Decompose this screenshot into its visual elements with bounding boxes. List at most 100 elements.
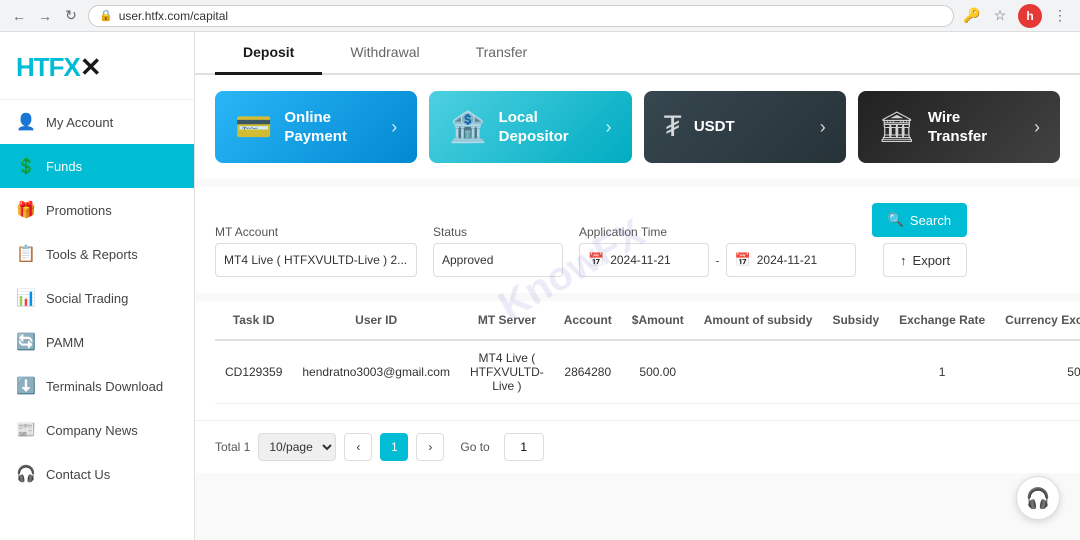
promotions-icon: 🎁: [16, 200, 36, 220]
page-prev-button[interactable]: ‹: [344, 433, 372, 461]
pamm-icon: 🔄: [16, 332, 36, 352]
online-payment-label: OnlinePayment: [284, 108, 347, 147]
cell-amount-subsidy: [694, 340, 823, 404]
sidebar-item-my-account[interactable]: 👤 My Account: [0, 100, 194, 144]
contact-us-icon: 🎧: [16, 464, 36, 484]
local-depositor-label: LocalDepositor: [499, 108, 569, 147]
export-icon: ↑: [900, 253, 907, 268]
export-label: Export: [913, 253, 951, 268]
password-icon-btn[interactable]: 🔑: [962, 6, 982, 26]
local-depositor-icon: 🏦: [449, 110, 486, 145]
sidebar-label-tools-reports: Tools & Reports: [46, 247, 138, 262]
table-section: Task ID User ID MT Server Account $Amoun…: [195, 301, 1080, 420]
usdt-content: USDT: [694, 117, 735, 137]
application-time-group: Application Time 📅 - 📅: [579, 225, 856, 277]
page-next-button[interactable]: ›: [416, 433, 444, 461]
sidebar-label-contact-us: Contact Us: [46, 467, 110, 482]
date-to-input[interactable]: [757, 253, 847, 267]
sidebar-item-pamm[interactable]: 🔄 PAMM: [0, 320, 194, 364]
col-exchange-rate: Exchange Rate: [889, 301, 995, 340]
main-content: Deposit Withdrawal Transfer 💳 OnlinePaym…: [195, 32, 1080, 540]
sidebar-label-pamm: PAMM: [46, 335, 84, 350]
funds-icon: 💲: [16, 156, 36, 176]
application-time-label: Application Time: [579, 225, 856, 239]
sidebar-item-social-trading[interactable]: 📊 Social Trading: [0, 276, 194, 320]
forward-button[interactable]: →: [36, 7, 54, 25]
tabs-bar: Deposit Withdrawal Transfer: [195, 32, 1080, 75]
cell-exchange-rate: 1: [889, 340, 995, 404]
tab-transfer[interactable]: Transfer: [448, 32, 556, 75]
mt-account-select[interactable]: MT4 Live ( HTFXVULTD-Live ) 2...: [215, 243, 417, 277]
usdt-card[interactable]: ₮ USDT ›: [644, 91, 846, 163]
page-1-button[interactable]: 1: [380, 433, 408, 461]
local-depositor-arrow: ›: [606, 117, 612, 138]
sidebar-item-tools-reports[interactable]: 📋 Tools & Reports: [0, 232, 194, 276]
cell-amount: 500.00: [622, 340, 694, 404]
my-account-icon: 👤: [16, 112, 36, 132]
online-payment-arrow: ›: [391, 117, 397, 138]
filter-actions: 🔍 Search ↑ Export: [872, 203, 967, 277]
sidebar-item-terminals-download[interactable]: ⬇️ Terminals Download: [0, 364, 194, 408]
sidebar-item-company-news[interactable]: 📰 Company News: [0, 408, 194, 452]
usdt-label: USDT: [694, 117, 735, 137]
col-subsidy: Subsidy: [822, 301, 889, 340]
profile-button[interactable]: h: [1018, 4, 1042, 28]
calendar-to-icon: 📅: [735, 252, 751, 268]
tools-reports-icon: 📋: [16, 244, 36, 264]
page-goto-label: Go to: [460, 440, 489, 454]
menu-btn[interactable]: ⋮: [1050, 6, 1070, 26]
tab-withdrawal[interactable]: Withdrawal: [322, 32, 447, 75]
back-button[interactable]: ←: [10, 7, 28, 25]
sidebar-item-contact-us[interactable]: 🎧 Contact Us: [0, 452, 194, 496]
status-group: Status Approved: [433, 225, 563, 277]
pagination: Total 1 10/page ‹ 1 › Go to: [195, 420, 1080, 473]
cell-subsidy: [822, 340, 889, 404]
online-payment-card[interactable]: 💳 OnlinePayment ›: [215, 91, 417, 163]
sidebar-label-terminals: Terminals Download: [46, 379, 163, 394]
sidebar-label-funds: Funds: [46, 159, 82, 174]
date-to-wrap: 📅: [726, 243, 856, 277]
col-currency-exchange: Currency Exchange Amount: [995, 301, 1080, 340]
local-depositor-content: LocalDepositor: [499, 108, 569, 147]
usdt-icon: ₮: [664, 110, 682, 144]
local-depositor-card[interactable]: 🏦 LocalDepositor ›: [429, 91, 631, 163]
tab-deposit[interactable]: Deposit: [215, 32, 322, 75]
calendar-from-icon: 📅: [588, 252, 604, 268]
search-button[interactable]: 🔍 Search: [872, 203, 967, 237]
sidebar-item-promotions[interactable]: 🎁 Promotions: [0, 188, 194, 232]
sidebar-label-company-news: Company News: [46, 423, 138, 438]
logo-area: HTFX✕: [0, 42, 194, 100]
col-user-id: User ID: [292, 301, 460, 340]
status-select[interactable]: Approved: [433, 243, 563, 277]
col-amount: $Amount: [622, 301, 694, 340]
page-size-select[interactable]: 10/page: [258, 433, 336, 461]
sidebar-label-my-account: My Account: [46, 115, 113, 130]
wire-transfer-label: WireTransfer: [928, 108, 987, 147]
col-mt-server: MT Server: [460, 301, 554, 340]
usdt-arrow: ›: [820, 117, 826, 138]
search-label: Search: [910, 213, 951, 228]
wire-transfer-card[interactable]: 🏛 WireTransfer ›: [858, 91, 1060, 163]
page-total: Total 1: [215, 440, 250, 454]
page-goto-input[interactable]: [504, 433, 544, 461]
filter-section: MT Account MT4 Live ( HTFXVULTD-Live ) 2…: [195, 187, 1080, 293]
sidebar-label-promotions: Promotions: [46, 203, 112, 218]
cell-currency-exchange: 500.00: [995, 340, 1080, 404]
table-header-row: Task ID User ID MT Server Account $Amoun…: [215, 301, 1080, 340]
date-range-separator: -: [715, 253, 719, 268]
sidebar: HTFX✕ 👤 My Account 💲 Funds 🎁 Promotions …: [0, 32, 195, 540]
reload-button[interactable]: ↻: [62, 7, 80, 25]
terminals-icon: ⬇️: [16, 376, 36, 396]
date-from-input[interactable]: [610, 253, 700, 267]
bookmark-btn[interactable]: ☆: [990, 6, 1010, 26]
support-button[interactable]: 🎧: [1016, 476, 1060, 520]
sidebar-item-funds[interactable]: 💲 Funds: [0, 144, 194, 188]
export-button[interactable]: ↑ Export: [883, 243, 967, 277]
search-icon: 🔍: [888, 212, 904, 228]
lock-icon: 🔒: [99, 9, 113, 22]
cell-task-id: CD129359: [215, 340, 292, 404]
headset-icon: 🎧: [1026, 486, 1051, 511]
filter-row: MT Account MT4 Live ( HTFXVULTD-Live ) 2…: [215, 203, 1060, 277]
mt-account-label: MT Account: [215, 225, 417, 239]
online-payment-content: OnlinePayment: [284, 108, 347, 147]
